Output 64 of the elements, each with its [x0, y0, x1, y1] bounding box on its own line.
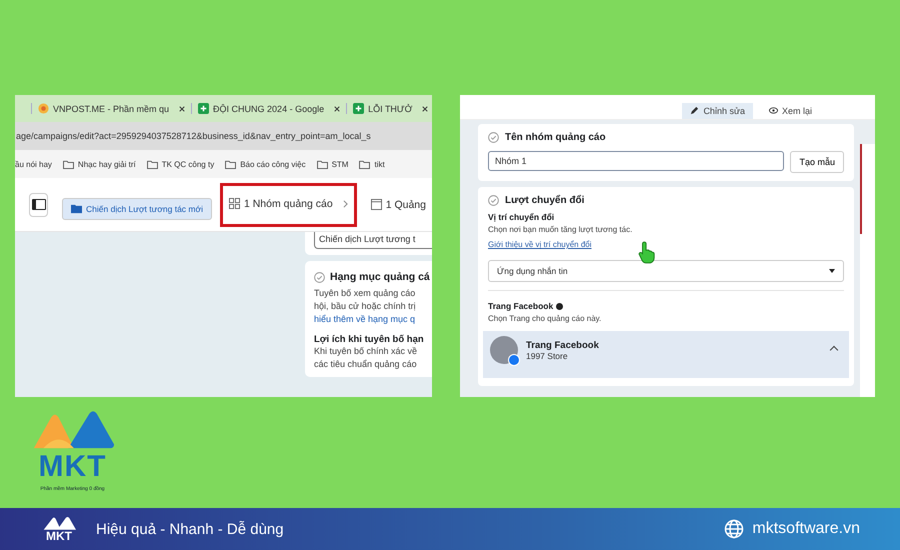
field-label: Trang Facebook: [488, 301, 554, 311]
bookmark[interactable]: TK QC công ty: [146, 160, 214, 168]
template-button[interactable]: Tạo mẫu: [790, 151, 844, 173]
info-icon: [556, 302, 564, 310]
description-text: Khi tuyên bố chính xác về các tiêu chuẩn quảng cáo: [314, 345, 418, 371]
folder-icon: [71, 203, 82, 214]
folder-icon: [225, 160, 236, 168]
bookmark[interactable]: Báo cáo công việc: [225, 160, 306, 168]
close-icon[interactable]: [422, 106, 428, 112]
spreadsheet-icon: [353, 103, 364, 114]
logo-text: MKT: [46, 530, 72, 542]
close-icon[interactable]: [334, 106, 340, 112]
bookmark[interactable]: Nhạc hay giải trí: [62, 160, 136, 168]
logo-mark-icon: [42, 516, 76, 530]
help-text: Chọn Trang cho quảng cáo này.: [488, 314, 602, 323]
description-text: Tuyên bố xem quảng cáo hội, bầu cử hoặc chính trị: [314, 287, 417, 313]
ad-set-name-field[interactable]: Nhóm 1: [488, 151, 784, 171]
page-selector[interactable]: Trang Facebook 1997 Store: [483, 331, 849, 378]
page-name: 1997 Store: [526, 350, 569, 360]
site-icon: [38, 103, 49, 114]
bookmark[interactable]: ầu nói hay: [15, 160, 52, 168]
browser-tab[interactable]: VNPOST.ME - Phần mềm qu: [31, 103, 192, 114]
browser-tab[interactable]: LỖI THƯỞ: [346, 103, 432, 114]
bookmark[interactable]: tikt: [359, 160, 385, 168]
facebook-badge-icon: [508, 354, 520, 366]
page-icon: [370, 199, 382, 210]
pencil-icon: [690, 106, 700, 115]
dropdown-caret-icon: [829, 269, 835, 273]
sidebar-toggle-icon[interactable]: [29, 192, 48, 216]
logo-text: MKT: [38, 452, 106, 482]
review-button[interactable]: Xem lại: [760, 103, 820, 119]
eye-icon: [768, 106, 778, 115]
section-title: Lượt chuyển đổi: [505, 195, 584, 206]
bookmark[interactable]: STM: [316, 160, 348, 168]
breadcrumb-item[interactable]: Chiến dịch Lượt tương tác mới: [62, 198, 212, 220]
close-icon[interactable]: [179, 106, 186, 112]
slogan-text: Hiệu quả - Nhanh - Dễ dùng: [96, 520, 284, 538]
edit-button[interactable]: Chỉnh sửa: [682, 103, 753, 119]
browser-tab[interactable]: ĐỘI CHUNG 2024 - Google: [191, 103, 346, 114]
help-text: Chọn nơi bạn muốn tăng lượt tương tác.: [488, 225, 634, 234]
check-circle-icon: [488, 195, 499, 206]
chevron-right-icon: [342, 200, 348, 208]
learn-more-link[interactable]: hiểu thêm về hạng mục q: [314, 313, 432, 326]
section-title: Tên nhóm quảng cáo: [505, 132, 606, 143]
folder-icon: [146, 160, 158, 168]
folder-icon: [62, 160, 74, 168]
conversion-location-link[interactable]: Giới thiệu về vị trí chuyển đổi: [488, 240, 592, 249]
field-label: Vị trí chuyển đổi: [488, 212, 556, 222]
section-title: Hạng mục quảng cá: [330, 271, 430, 283]
conversion-location-dropdown[interactable]: Ứng dụng nhắn tin: [488, 260, 844, 282]
check-circle-icon: [314, 272, 325, 282]
folder-icon: [316, 160, 328, 168]
subsection-title: Lợi ích khi tuyên bố hạn: [314, 334, 425, 345]
check-circle-icon: [488, 132, 499, 143]
breadcrumb-item[interactable]: 1 Quảng: [364, 192, 432, 216]
breadcrumb-item[interactable]: 1 Nhóm quảng cáo: [220, 182, 357, 226]
website-link[interactable]: mktsoftware.vn: [752, 520, 860, 538]
globe-icon: [724, 519, 744, 539]
folder-icon: [359, 160, 370, 168]
grid-icon: [228, 198, 240, 209]
address-bar[interactable]: age/campaigns/edit?act=2959294037528712&business_id&nav_entry_point=am_local_s: [15, 122, 432, 150]
page-title: Trang Facebook: [526, 340, 600, 350]
hand-cursor-icon: [638, 240, 656, 264]
spreadsheet-icon: [198, 103, 210, 114]
